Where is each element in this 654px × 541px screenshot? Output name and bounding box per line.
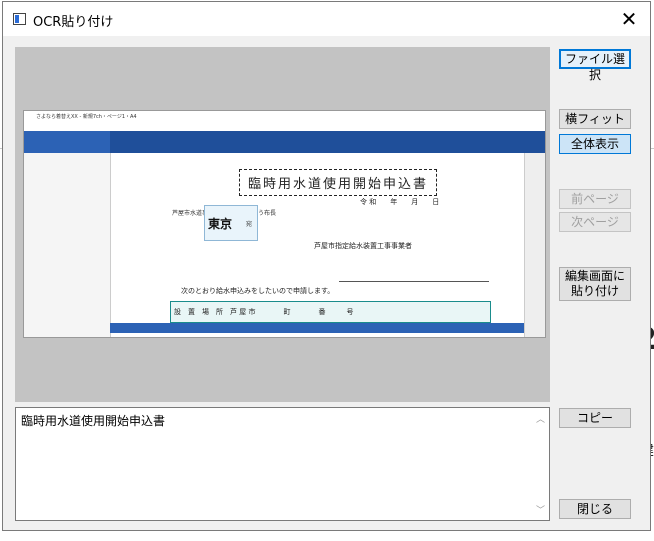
image-preview-pane[interactable]: さよなら着替えXX - 新規7ch・ページ1・A4 臨時用水道使用開始申込書 令…: [15, 47, 550, 402]
preview-addressee-prefix: 芦屋市水道事: [172, 210, 209, 217]
preview-date-line: 令 和 年 月 日: [360, 198, 440, 206]
scroll-down-icon[interactable]: ﹀: [536, 503, 545, 516]
file-select-button[interactable]: ファイル選択: [559, 49, 631, 82]
paste-to-editor-label-1: 編集画面に: [564, 269, 625, 283]
preview-stamp-text: 東京: [208, 217, 233, 231]
preview-left-pane: [24, 153, 111, 337]
paste-to-editor-label-2: 貼り付け: [570, 284, 619, 298]
preview-stamp-honorific: 宛: [246, 221, 253, 228]
preview-table-row: 設 置 場 所 芦 屋 市 町 番 号: [174, 308, 354, 316]
preview-contractor: 芦屋市指定給水装置工事事業者: [314, 242, 412, 250]
close-button[interactable]: 閉じる: [559, 499, 631, 519]
preview-menubar: [24, 122, 545, 131]
ocr-text-area[interactable]: 臨時用水道使用開始申込書 ︿ ﹀: [15, 407, 550, 521]
paste-to-editor-button[interactable]: 編集画面に 貼り付け: [559, 267, 631, 301]
copy-button[interactable]: コピー: [559, 408, 631, 428]
close-icon[interactable]: ✕: [615, 6, 643, 32]
ocr-paste-dialog: OCR貼り付け ✕ さよなら着替えXX - 新規7ch・ページ1・A4 臨時用水…: [2, 1, 651, 531]
preview-ribbon-right: [110, 131, 545, 153]
title-bar: OCR貼り付け ✕: [3, 2, 650, 36]
preview-addressee-suffix: う布長: [258, 210, 277, 217]
preview-screenshot: さよなら着替えXX - 新規7ch・ページ1・A4 臨時用水道使用開始申込書 令…: [23, 110, 546, 338]
ocr-text-content: 臨時用水道使用開始申込書: [21, 414, 166, 428]
next-page-button[interactable]: 次ページ: [559, 212, 631, 232]
text-vertical-scrollbar[interactable]: ︿ ﹀: [532, 408, 549, 520]
preview-signature-rule: [339, 281, 489, 282]
preview-doc-title: 臨時用水道使用開始申込書: [239, 169, 438, 196]
fit-width-button[interactable]: 横フィット: [559, 109, 631, 129]
scroll-up-icon[interactable]: ︿: [536, 412, 545, 425]
preview-status-tabs: [110, 323, 524, 333]
preview-ribbon-left: [24, 131, 110, 153]
dialog-title: OCR貼り付け: [33, 15, 114, 30]
preview-right-pane: [524, 153, 545, 337]
preview-request-line: 次のとおり給水申込みをしたいので申請します。: [181, 287, 335, 295]
prev-page-button[interactable]: 前ページ: [559, 189, 631, 209]
show-all-button[interactable]: 全体表示: [559, 134, 631, 154]
app-window-icon: [13, 13, 26, 25]
